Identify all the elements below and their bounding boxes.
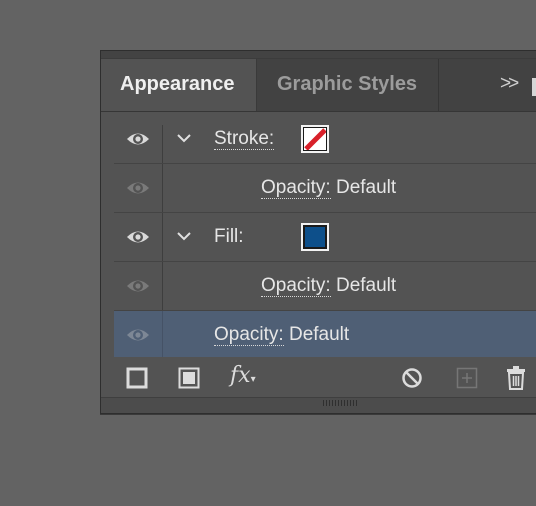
- list-item-fill[interactable]: Fill:: [114, 213, 536, 262]
- list-item-object-opacity[interactable]: Opacity: Default: [114, 311, 536, 357]
- list-item-fill-opacity[interactable]: Opacity: Default: [114, 262, 536, 311]
- tab-appearance[interactable]: Appearance: [101, 59, 257, 111]
- list-item-stroke[interactable]: Stroke:: [114, 125, 536, 164]
- visibility-toggle[interactable]: [114, 125, 163, 163]
- opacity-value: Default: [335, 275, 397, 296]
- tab-divider: [438, 59, 439, 111]
- panel-toolbar: fx▾: [114, 357, 536, 399]
- fx-icon[interactable]: fx▾: [230, 363, 256, 388]
- panel-resize-bar[interactable]: [101, 397, 536, 413]
- more-tabs-button[interactable]: >>: [500, 59, 519, 111]
- add-stroke-icon[interactable]: [126, 367, 148, 389]
- opacity-label[interactable]: Opacity: Default: [261, 177, 396, 199]
- visibility-toggle[interactable]: [114, 164, 163, 212]
- panel-title-bar[interactable]: [101, 51, 536, 59]
- stroke-swatch[interactable]: [301, 125, 329, 153]
- opacity-label[interactable]: Opacity: Default: [214, 324, 349, 346]
- opacity-value: Default: [288, 324, 350, 345]
- appearance-list: Stroke: Opacity: Default Fill: Opacity: …: [114, 125, 536, 357]
- panel-menu-button[interactable]: [532, 78, 536, 96]
- resize-grip-icon[interactable]: [323, 400, 359, 406]
- visibility-toggle[interactable]: [114, 311, 163, 357]
- add-fill-icon[interactable]: [178, 367, 200, 389]
- fill-swatch[interactable]: [301, 223, 329, 251]
- stroke-label[interactable]: Stroke:: [214, 128, 275, 150]
- visibility-toggle[interactable]: [114, 262, 163, 310]
- eye-icon[interactable]: [125, 274, 151, 298]
- list-item-stroke-opacity[interactable]: Opacity: Default: [114, 164, 536, 213]
- opacity-value: Default: [335, 177, 397, 198]
- opacity-label[interactable]: Opacity: Default: [261, 275, 396, 297]
- panel-tab-bar: Appearance Graphic Styles >>: [101, 59, 536, 112]
- eye-icon[interactable]: [125, 127, 151, 151]
- visibility-toggle[interactable]: [114, 213, 163, 261]
- chevron-down-icon[interactable]: [175, 229, 193, 243]
- delete-icon[interactable]: [505, 366, 527, 390]
- chevron-down-icon[interactable]: [175, 131, 193, 145]
- fill-label[interactable]: Fill:: [214, 226, 244, 248]
- tab-graphic-styles[interactable]: Graphic Styles: [277, 59, 417, 111]
- eye-icon[interactable]: [125, 225, 151, 249]
- clear-appearance-icon[interactable]: [401, 367, 423, 389]
- duplicate-item-icon[interactable]: [456, 367, 478, 389]
- appearance-panel: Appearance Graphic Styles >> Stroke: Opa…: [100, 50, 536, 414]
- eye-icon[interactable]: [125, 323, 151, 347]
- eye-icon[interactable]: [125, 176, 151, 200]
